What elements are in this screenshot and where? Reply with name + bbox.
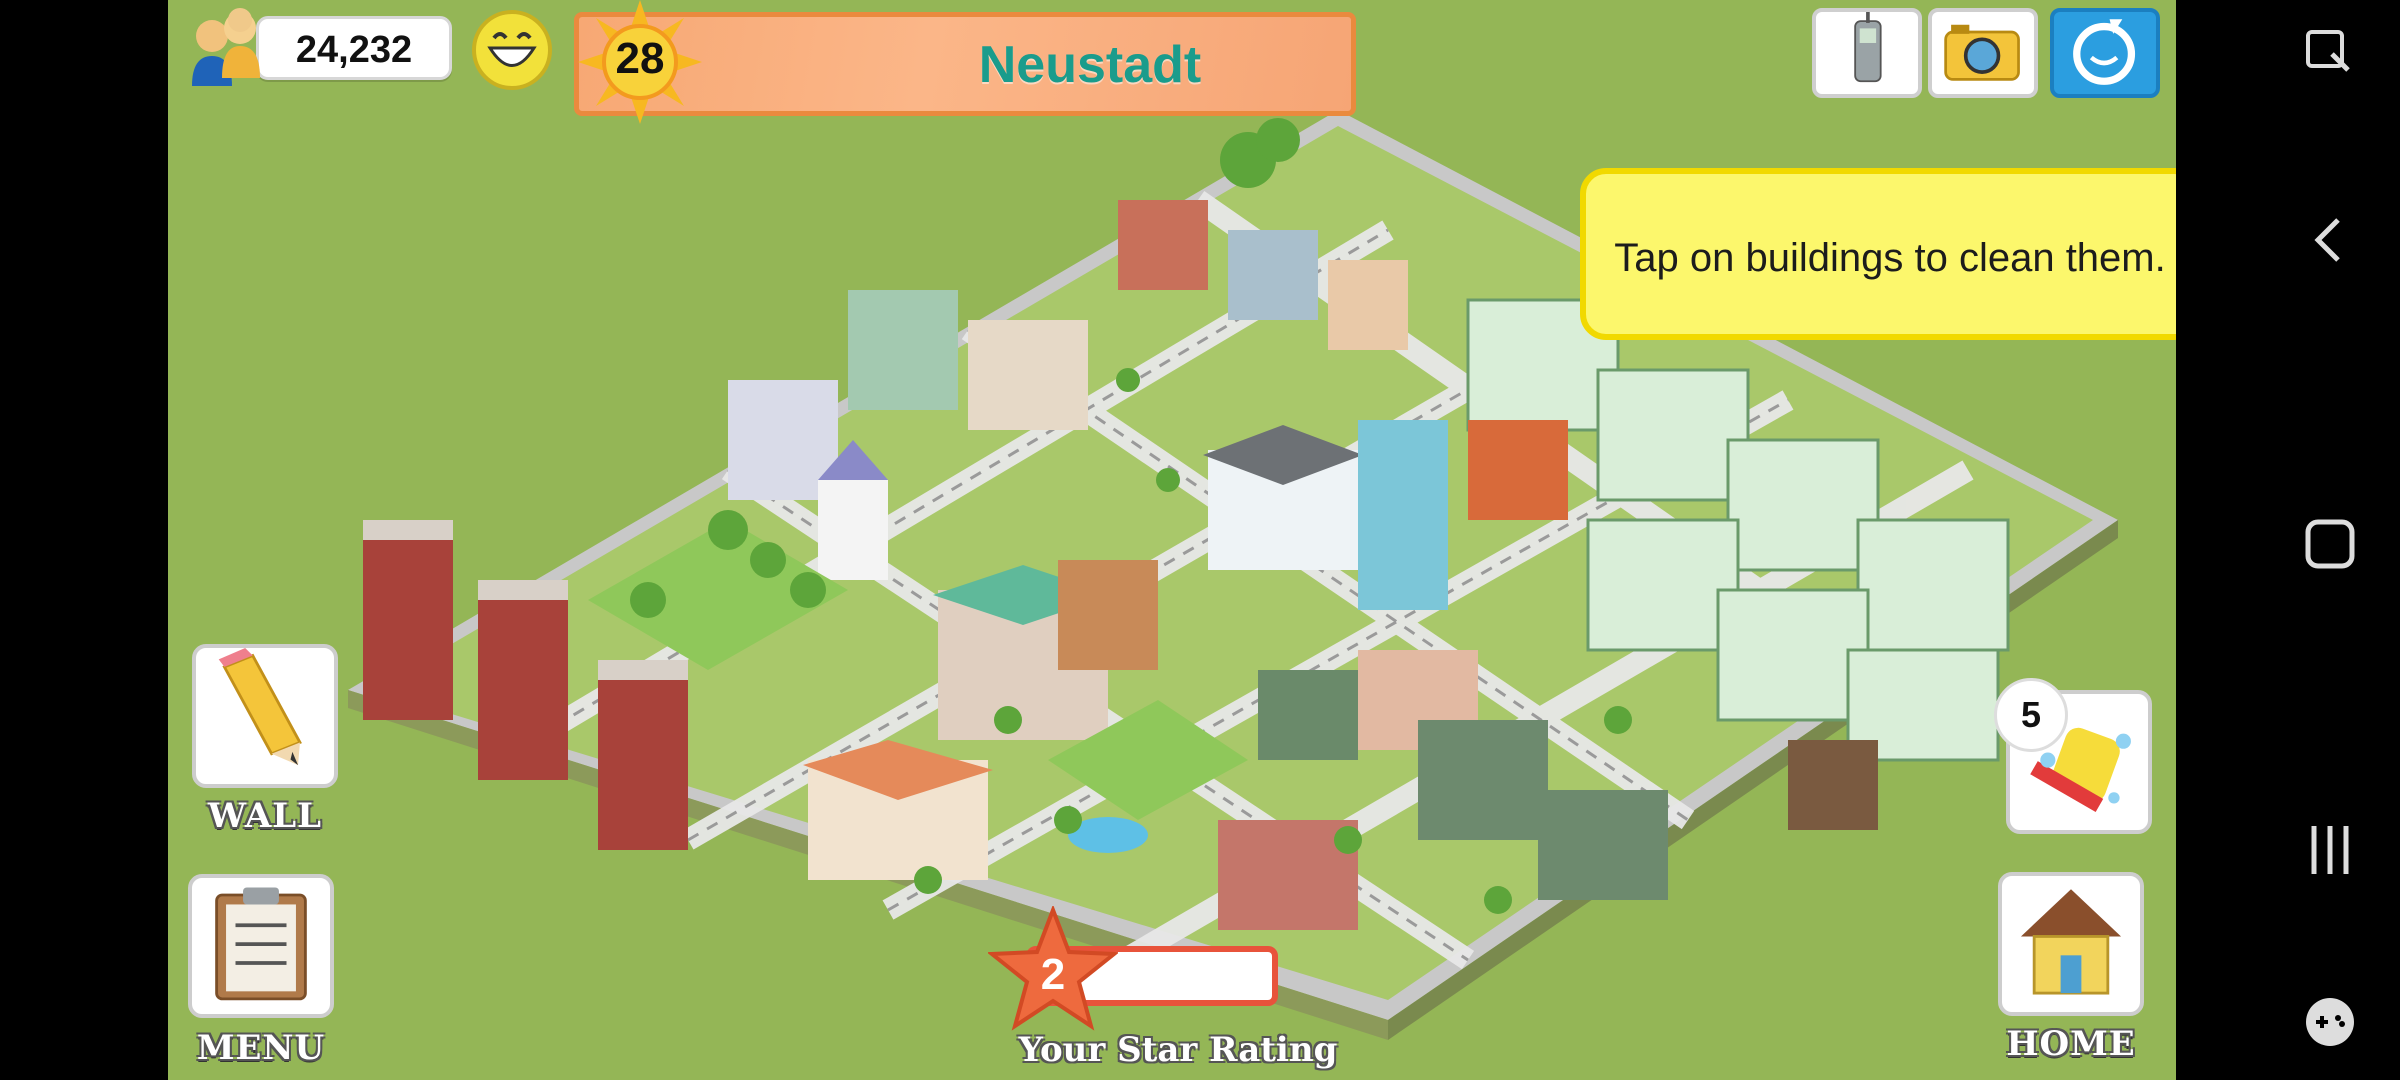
menu-label: MENU bbox=[196, 1028, 326, 1068]
city-name: Neustadt bbox=[978, 36, 1202, 94]
camera-icon bbox=[1944, 24, 2020, 81]
system-nav-bar bbox=[2176, 0, 2400, 1080]
pencil-icon bbox=[218, 648, 302, 766]
clean-count: 5 bbox=[2020, 694, 2042, 735]
population-icon bbox=[192, 8, 260, 86]
wall-button[interactable] bbox=[192, 644, 338, 788]
menu-button[interactable] bbox=[188, 874, 334, 1018]
star-rating-label: Your Star Rating bbox=[1018, 1030, 1338, 1070]
city-map[interactable] bbox=[168, 0, 2176, 1080]
level-value: 28 bbox=[615, 34, 665, 83]
phone-button[interactable] bbox=[1812, 8, 1922, 98]
hint-text: Tap on buildings to clean them. bbox=[1614, 236, 2166, 280]
game-viewport[interactable]: 24,232 Neustadt 28 Tap on buildings to c… bbox=[168, 0, 2176, 1080]
back-icon[interactable] bbox=[2300, 210, 2360, 270]
home-label: HOME bbox=[2006, 1024, 2136, 1064]
social-button[interactable] bbox=[2050, 8, 2160, 98]
home-nav-icon[interactable] bbox=[2300, 514, 2360, 574]
home-button[interactable] bbox=[1998, 872, 2144, 1016]
clipboard-icon bbox=[215, 887, 307, 1001]
screen-touch-icon[interactable] bbox=[2300, 24, 2360, 84]
house-icon bbox=[2020, 889, 2122, 995]
smiley-icon[interactable] bbox=[470, 8, 554, 92]
recents-icon[interactable] bbox=[2300, 820, 2360, 880]
camera-button[interactable] bbox=[1928, 8, 2038, 98]
phone-icon bbox=[1854, 12, 1882, 83]
population-counter: 24,232 bbox=[256, 16, 452, 80]
population-value: 24,232 bbox=[295, 29, 413, 71]
star-rating-value: 2 bbox=[1040, 950, 1066, 999]
game-tools-icon[interactable] bbox=[2300, 992, 2360, 1052]
social-icon bbox=[2073, 19, 2136, 85]
wall-label: WALL bbox=[207, 796, 323, 836]
hint-tooltip: Tap on buildings to clean them. bbox=[1580, 168, 2176, 340]
